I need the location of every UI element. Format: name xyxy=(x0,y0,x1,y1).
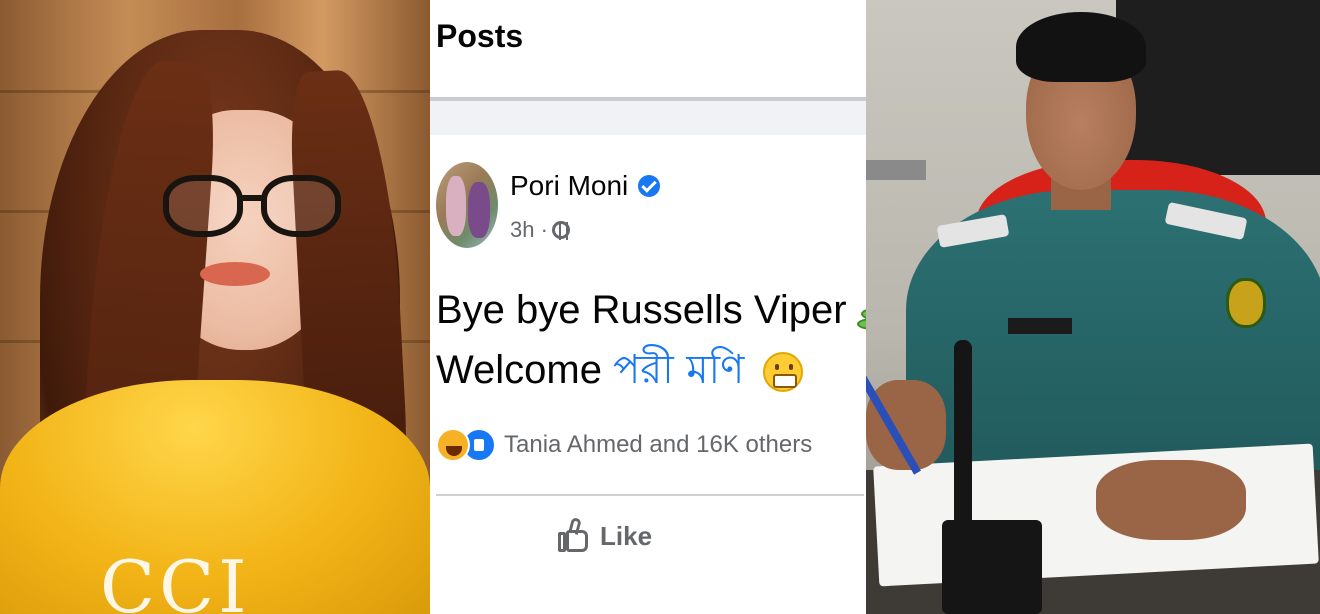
left-photo: CCI xyxy=(0,0,430,614)
author-avatar[interactable] xyxy=(436,162,498,248)
thumbs-up-icon xyxy=(558,516,588,554)
grin-icon xyxy=(763,352,804,393)
haha-reaction-icon xyxy=(436,428,470,462)
feed-gap xyxy=(430,101,866,135)
post-text-welcome: Welcome xyxy=(436,348,602,392)
verified-icon xyxy=(638,175,661,197)
facebook-post-panel: Posts Pori Moni 3h · Bye bye Russells Vi… xyxy=(430,0,889,614)
reactions-summary[interactable]: Tania Ahmed and 16K others xyxy=(436,428,812,462)
post-text-line-1: Bye bye Russells Viper xyxy=(436,280,891,340)
post-time[interactable]: 3h · xyxy=(510,217,548,243)
reactions-text[interactable]: Tania Ahmed and 16K others xyxy=(504,431,812,459)
like-button[interactable]: Like xyxy=(558,516,653,554)
globe-icon xyxy=(551,221,570,240)
author-row: Pori Moni xyxy=(510,170,661,202)
right-photo xyxy=(866,0,1320,614)
hashtag-link[interactable]: পরী মণি xyxy=(613,347,744,393)
post-meta: 3h · xyxy=(510,217,570,243)
post-text-line-2: Welcome পরী মণি xyxy=(436,340,891,400)
author-name[interactable]: Pori Moni xyxy=(510,170,628,202)
post-text-line1: Bye bye Russells Viper xyxy=(436,288,847,332)
post-body: Bye bye Russells Viper Welcome পরী মণি xyxy=(436,280,891,400)
posts-header: Posts xyxy=(436,18,524,54)
action-divider xyxy=(436,494,864,496)
glasses xyxy=(163,175,353,245)
like-label: Like xyxy=(600,520,653,551)
